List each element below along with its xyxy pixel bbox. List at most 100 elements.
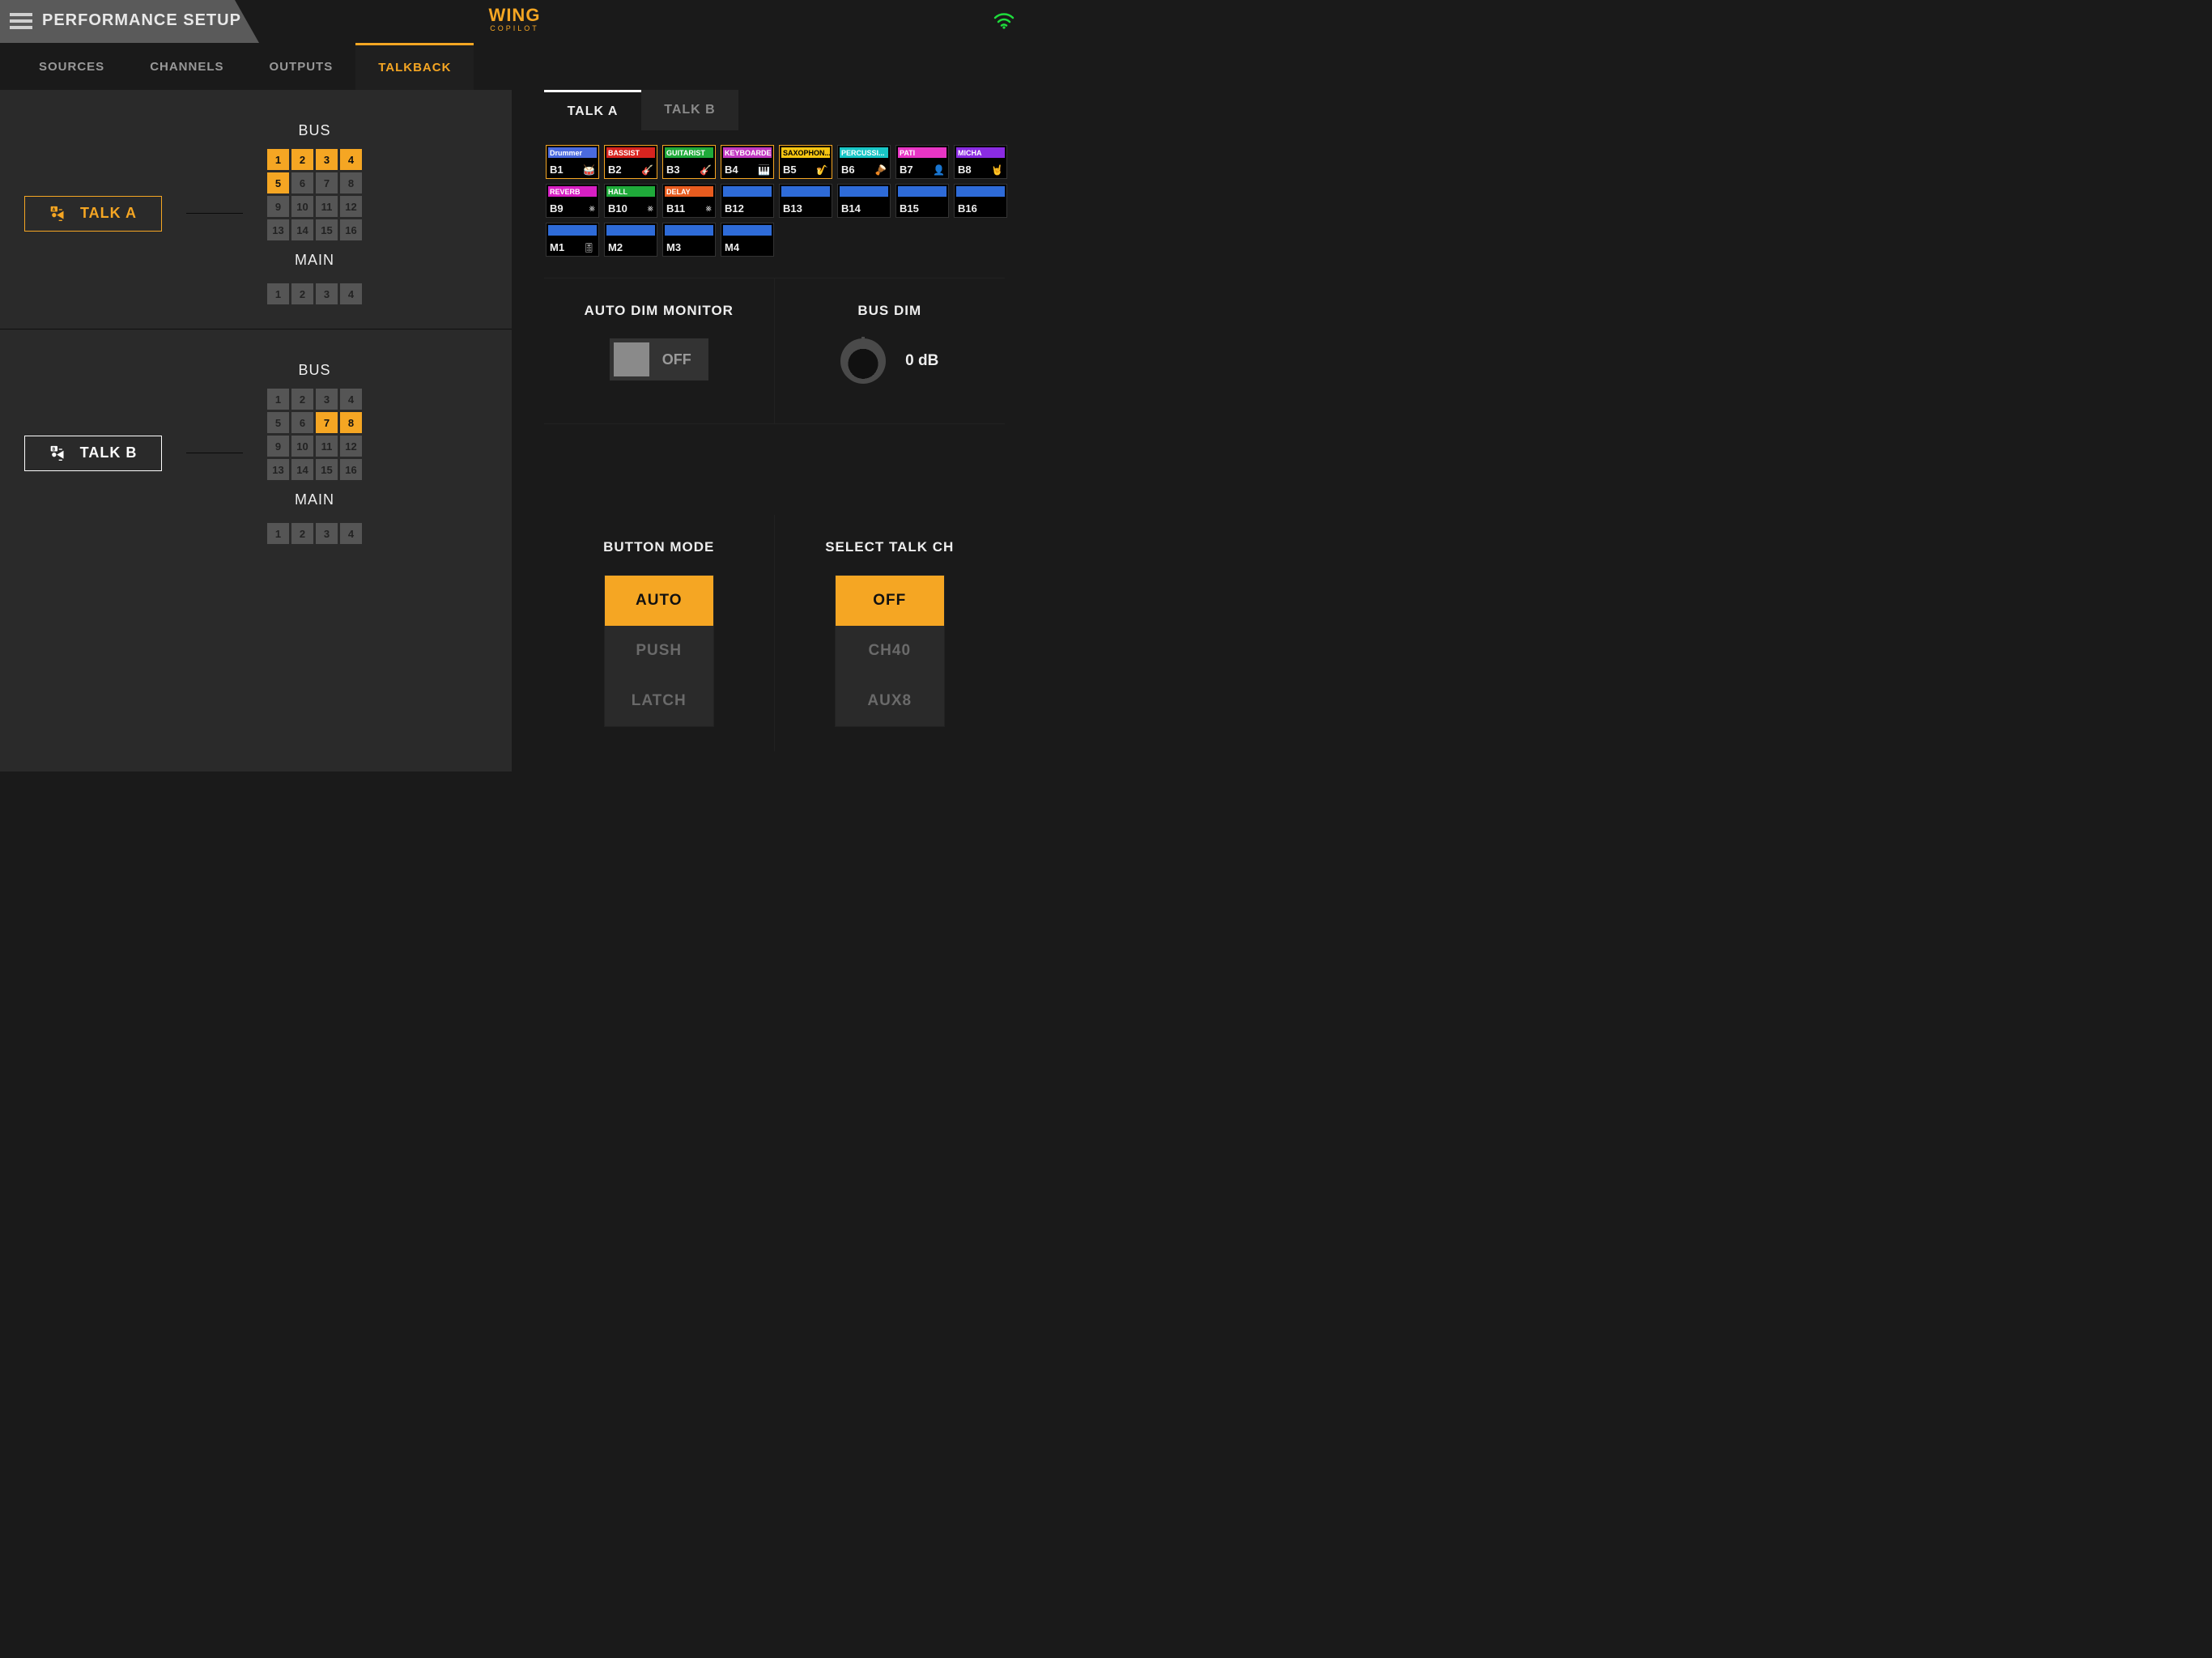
main-cell-1[interactable]: 1 — [267, 283, 289, 304]
bus-grid: 12345678910111213141516 — [267, 389, 362, 480]
bus-cell-1[interactable]: 1 — [267, 389, 289, 410]
bus-B4[interactable]: KEYBOARDER B4 🎹 — [721, 145, 774, 179]
bus-cell-16[interactable]: 16 — [340, 219, 362, 240]
bus-id: B2 — [608, 164, 622, 176]
bus-cell-14[interactable]: 14 — [291, 459, 313, 480]
fx-icon: ⨳ — [706, 202, 712, 215]
auto-dim-title: AUTO DIM MONITOR — [585, 303, 734, 319]
bus-B7[interactable]: PATI B7 👤 — [895, 145, 949, 179]
main-cell-3[interactable]: 3 — [316, 283, 338, 304]
tab-talkback[interactable]: TALKBACK — [355, 43, 474, 90]
rock-icon: 🤘 — [991, 164, 1003, 176]
bus-cell-9[interactable]: 9 — [267, 196, 289, 217]
bus-B9[interactable]: REVERB B9 ⨳ — [546, 184, 599, 218]
main-grid: 1234 — [267, 523, 362, 544]
bus-cell-1[interactable]: 1 — [267, 149, 289, 170]
bus-B15[interactable]: B15 — [895, 184, 949, 218]
button-mode-option-latch[interactable]: LATCH — [605, 676, 713, 726]
bus-cell-2[interactable]: 2 — [291, 149, 313, 170]
bus-B5[interactable]: SAXOPHON... B5 🎷 — [779, 145, 832, 179]
subtab-talk-b[interactable]: TALK B — [641, 90, 738, 130]
bus-tag — [723, 225, 772, 236]
bus-cell-15[interactable]: 15 — [316, 459, 338, 480]
bus-B6[interactable]: PERCUSSI... B6 🪘 — [837, 145, 891, 179]
main-cell-2[interactable]: 2 — [291, 283, 313, 304]
bus-cell-2[interactable]: 2 — [291, 389, 313, 410]
bus-B11[interactable]: DELAY B11 ⨳ — [662, 184, 716, 218]
tab-channels[interactable]: CHANNELS — [127, 43, 246, 90]
select-talk-ch-option-off[interactable]: OFF — [836, 576, 944, 626]
bus-cell-10[interactable]: 10 — [291, 196, 313, 217]
bus-id: B10 — [608, 202, 627, 215]
bus-B1[interactable]: Drummer B1 🥁 — [546, 145, 599, 179]
bus-cell-10[interactable]: 10 — [291, 436, 313, 457]
bus-cell-7[interactable]: 7 — [316, 172, 338, 193]
bus-cell-12[interactable]: 12 — [340, 436, 362, 457]
bus-cell-15[interactable]: 15 — [316, 219, 338, 240]
bus-cell-11[interactable]: 11 — [316, 436, 338, 457]
left-panel: A TALK A BUS 12345678910111213141516 MAI… — [0, 90, 512, 772]
bus-B16[interactable]: B16 — [954, 184, 1007, 218]
main-cell-2[interactable]: 2 — [291, 523, 313, 544]
bus-cell-14[interactable]: 14 — [291, 219, 313, 240]
auto-dim-toggle[interactable]: OFF — [610, 338, 708, 380]
select-talk-ch-option-aux8[interactable]: AUX8 — [836, 676, 944, 726]
bus-cell-7[interactable]: 7 — [316, 412, 338, 433]
button-mode-option-auto[interactable]: AUTO — [605, 576, 713, 626]
bus-cell-16[interactable]: 16 — [340, 459, 362, 480]
bus-B12[interactable]: B12 — [721, 184, 774, 218]
bus-cell-8[interactable]: 8 — [340, 172, 362, 193]
sliders-icon: 🎚 — [583, 242, 595, 253]
select-talk-ch-option-ch40[interactable]: CH40 — [836, 626, 944, 676]
bus-M1[interactable]: M1 🎚 — [546, 223, 599, 257]
bus-cell-3[interactable]: 3 — [316, 389, 338, 410]
main-cell-4[interactable]: 4 — [340, 283, 362, 304]
bus-cell-13[interactable]: 13 — [267, 219, 289, 240]
select-talk-ch-title: SELECT TALK CH — [825, 539, 954, 555]
bus-dim-knob[interactable] — [840, 338, 886, 384]
talk-icon: A — [49, 206, 66, 222]
title-zone: PERFORMANCE SETUP — [0, 0, 259, 43]
bus-id: B6 — [841, 164, 855, 176]
tab-outputs[interactable]: OUTPUTS — [247, 43, 356, 90]
logo: WING COPILOT — [489, 5, 541, 32]
bus-M4[interactable]: M4 — [721, 223, 774, 257]
right-panel: TALK A TALK B Drummer B1 🥁 BASSIST B2 🎸 … — [512, 90, 1029, 772]
auto-dim-cell: AUTO DIM MONITOR OFF — [544, 278, 775, 424]
bus-B8[interactable]: MICHA B8 🤘 — [954, 145, 1007, 179]
bus-cell-11[interactable]: 11 — [316, 196, 338, 217]
bus-B10[interactable]: HALL B10 ⨳ — [604, 184, 657, 218]
bus-cell-4[interactable]: 4 — [340, 149, 362, 170]
bus-cell-6[interactable]: 6 — [291, 172, 313, 193]
bus-cell-12[interactable]: 12 — [340, 196, 362, 217]
bus-id: M3 — [666, 241, 681, 253]
bus-id: B1 — [550, 164, 564, 176]
tab-sources[interactable]: SOURCES — [16, 43, 127, 90]
bus-id: B16 — [958, 202, 977, 215]
bus-cell-9[interactable]: 9 — [267, 436, 289, 457]
bus-cell-6[interactable]: 6 — [291, 412, 313, 433]
bus-M2[interactable]: M2 — [604, 223, 657, 257]
bus-cell-3[interactable]: 3 — [316, 149, 338, 170]
button-mode-list: AUTOPUSHLATCH — [604, 575, 714, 727]
talk-b-button[interactable]: B TALK B — [24, 436, 162, 471]
bus-B14[interactable]: B14 — [837, 184, 891, 218]
subtab-talk-a[interactable]: TALK A — [544, 90, 641, 130]
bus-cell-5[interactable]: 5 — [267, 172, 289, 193]
bus-M3[interactable]: M3 — [662, 223, 716, 257]
bus-cell-5[interactable]: 5 — [267, 412, 289, 433]
main-cell-3[interactable]: 3 — [316, 523, 338, 544]
bus-B2[interactable]: BASSIST B2 🎸 — [604, 145, 657, 179]
bus-cell-4[interactable]: 4 — [340, 389, 362, 410]
main-cell-4[interactable]: 4 — [340, 523, 362, 544]
button-mode-option-push[interactable]: PUSH — [605, 626, 713, 676]
bus-tag: MICHA — [956, 147, 1005, 158]
bus-tag — [665, 225, 713, 236]
talk-a-button[interactable]: A TALK A — [24, 196, 162, 232]
bus-B3[interactable]: GUITARIST B3 🎸 — [662, 145, 716, 179]
bus-cell-13[interactable]: 13 — [267, 459, 289, 480]
bus-B13[interactable]: B13 — [779, 184, 832, 218]
menu-icon[interactable] — [10, 10, 32, 32]
main-cell-1[interactable]: 1 — [267, 523, 289, 544]
bus-cell-8[interactable]: 8 — [340, 412, 362, 433]
